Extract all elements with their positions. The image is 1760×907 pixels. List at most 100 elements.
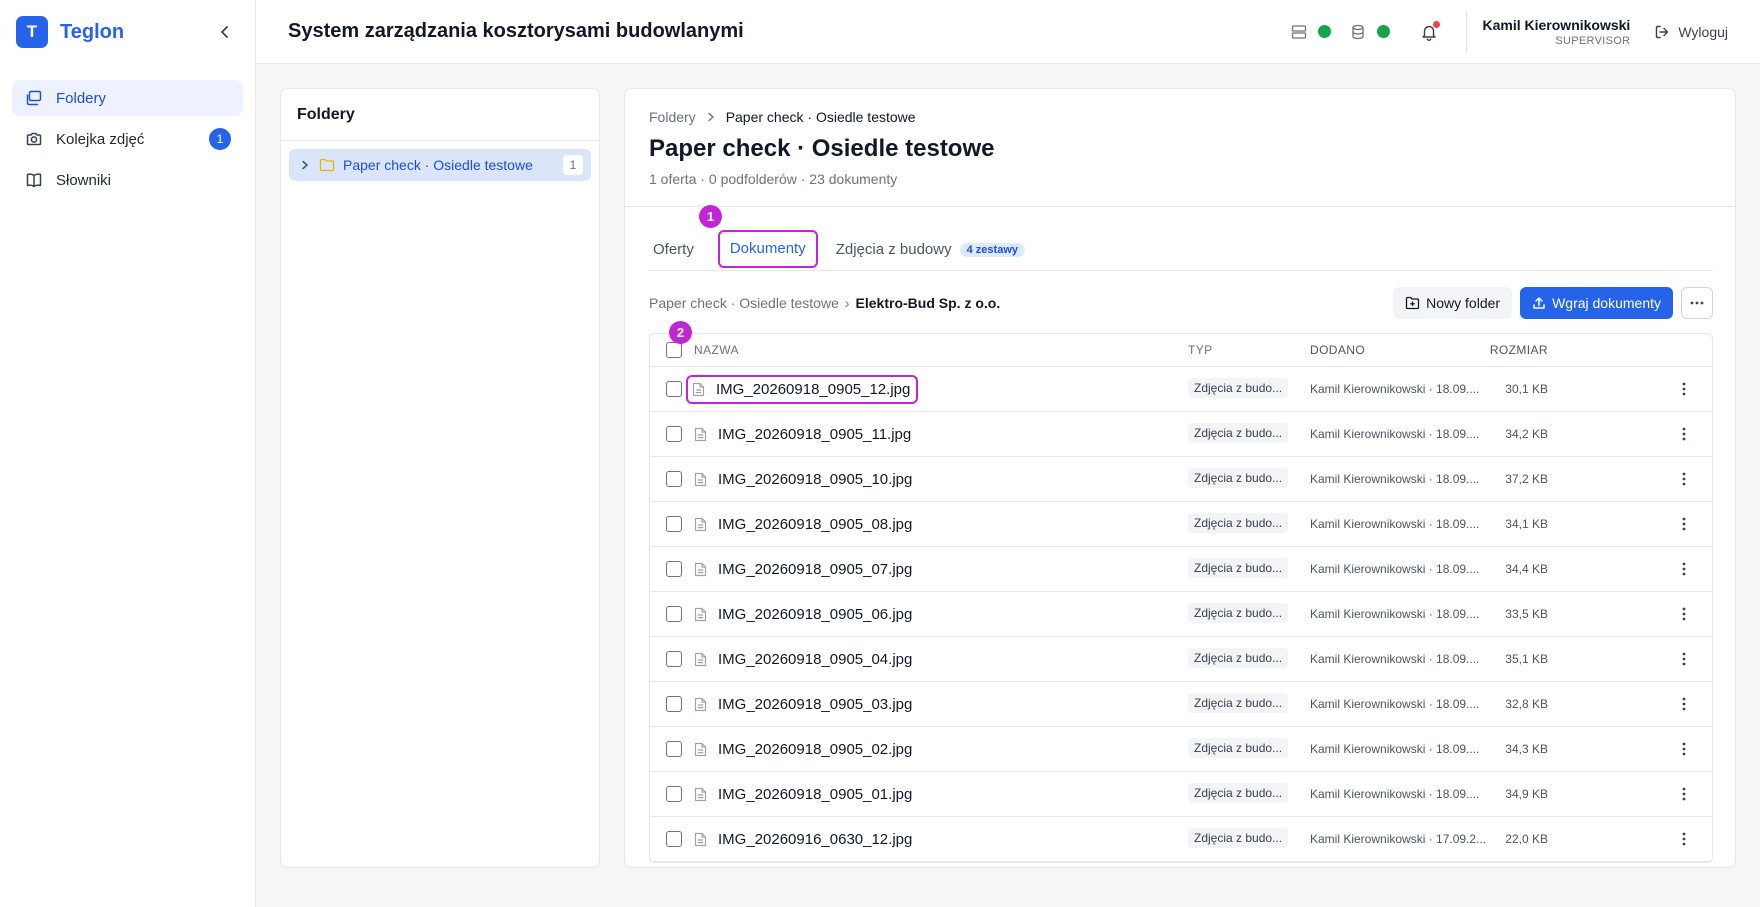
file-name-link[interactable]: IMG_20260918_0905_01.jpg bbox=[718, 786, 912, 803]
file-size: 34,3 KB bbox=[1505, 742, 1548, 756]
table-row[interactable]: IMG_20260918_0905_04.jpg Zdjęcia z budo.… bbox=[650, 637, 1712, 682]
path-root[interactable]: Paper check · Osiedle testowe bbox=[649, 295, 839, 311]
file-name-link[interactable]: IMG_20260918_0905_10.jpg bbox=[718, 471, 912, 488]
file-name-link[interactable]: IMG_20260918_0905_07.jpg bbox=[718, 561, 912, 578]
type-chip: Zdjęcia z budo... bbox=[1188, 647, 1289, 668]
file-name-link[interactable]: IMG_20260918_0905_08.jpg bbox=[718, 516, 912, 533]
breadcrumb-root[interactable]: Foldery bbox=[649, 109, 696, 125]
file-name-link[interactable]: IMG_20260918_0905_06.jpg bbox=[718, 606, 912, 623]
table-row[interactable]: IMG_20260918_0905_10.jpg Zdjęcia z budo.… bbox=[650, 457, 1712, 502]
type-chip: Zdjęcia z budo... bbox=[1188, 422, 1289, 443]
row-actions-button[interactable] bbox=[1656, 427, 1712, 441]
file-name-link[interactable]: IMG_20260918_0905_04.jpg bbox=[718, 651, 912, 668]
new-folder-button[interactable]: Nowy folder bbox=[1393, 287, 1513, 319]
column-header-added[interactable]: DODANO bbox=[1310, 343, 1488, 357]
table-row[interactable]: IMG_20260918_0905_06.jpg Zdjęcia z budo.… bbox=[650, 592, 1712, 637]
chevron-right-icon bbox=[707, 112, 714, 122]
file-name-link[interactable]: IMG_20260918_0905_02.jpg bbox=[718, 741, 912, 758]
row-actions-button[interactable] bbox=[1656, 652, 1712, 666]
row-checkbox[interactable] bbox=[666, 516, 682, 532]
row-checkbox[interactable] bbox=[666, 471, 682, 487]
file-size: 22,0 KB bbox=[1505, 832, 1548, 846]
table-row[interactable]: IMG_20260918_0905_11.jpg Zdjęcia z budo.… bbox=[650, 412, 1712, 457]
row-actions-button[interactable] bbox=[1656, 697, 1712, 711]
row-checkbox[interactable] bbox=[666, 381, 682, 397]
more-vertical-icon bbox=[1682, 607, 1686, 621]
tab-zdjecia-z-budowy[interactable]: Zdjęcia z budowy 4 zestawy bbox=[832, 229, 1035, 271]
column-header-name[interactable]: NAZWA bbox=[694, 343, 1188, 357]
table-row[interactable]: IMG_20260918_0905_03.jpg Zdjęcia z budo.… bbox=[650, 682, 1712, 727]
row-actions-button[interactable] bbox=[1656, 607, 1712, 621]
notifications-button[interactable] bbox=[1418, 20, 1440, 43]
table-row[interactable]: IMG_20260918_0905_12.jpg Zdjęcia z budo.… bbox=[650, 367, 1712, 412]
row-actions-button[interactable] bbox=[1656, 832, 1712, 846]
file-name-link[interactable]: IMG_20260918_0905_03.jpg bbox=[718, 696, 912, 713]
logout-button[interactable]: Wyloguj bbox=[1654, 24, 1728, 40]
table-row[interactable]: IMG_20260918_0905_07.jpg Zdjęcia z budo.… bbox=[650, 547, 1712, 592]
row-actions-button[interactable] bbox=[1656, 382, 1712, 396]
table-row[interactable]: IMG_20260916_0630_12.jpg Zdjęcia z budo.… bbox=[650, 817, 1712, 862]
file-icon bbox=[694, 427, 710, 442]
sidebar-item-slowniki[interactable]: Słowniki bbox=[12, 162, 243, 198]
select-all-checkbox[interactable] bbox=[666, 342, 682, 358]
row-checkbox[interactable] bbox=[666, 606, 682, 622]
file-name-cell: IMG_20260916_0630_12.jpg bbox=[694, 831, 912, 848]
brand-name: Teglon bbox=[60, 20, 125, 43]
row-checkbox[interactable] bbox=[666, 561, 682, 577]
tab-bar: Oferty Dokumenty Zdjęcia z budowy 4 zest… bbox=[649, 229, 1713, 271]
table-header: NAZWA TYP DODANO ROZMIAR bbox=[650, 334, 1712, 367]
row-actions-button[interactable] bbox=[1656, 472, 1712, 486]
table-row[interactable]: IMG_20260918_0905_08.jpg Zdjęcia z budo.… bbox=[650, 502, 1712, 547]
chevron-left-icon bbox=[221, 26, 228, 38]
app-title: System zarządzania kosztorysami budowlan… bbox=[288, 20, 744, 42]
type-chip: Zdjęcia z budo... bbox=[1188, 377, 1289, 398]
row-checkbox[interactable] bbox=[666, 696, 682, 712]
row-checkbox[interactable] bbox=[666, 831, 682, 847]
more-vertical-icon bbox=[1682, 652, 1686, 666]
added-info: Kamil Kierownikowski · 17.09.2... bbox=[1310, 832, 1487, 846]
added-info: Kamil Kierownikowski · 18.09.... bbox=[1310, 472, 1480, 486]
chevron-right-icon[interactable] bbox=[297, 160, 313, 170]
row-actions-button[interactable] bbox=[1656, 562, 1712, 576]
main-panel: Foldery Paper check · Osiedle testowe Pa… bbox=[624, 88, 1736, 868]
file-name-cell: IMG_20260918_0905_04.jpg bbox=[694, 651, 912, 668]
row-checkbox[interactable] bbox=[666, 426, 682, 442]
added-info: Kamil Kierownikowski · 18.09.... bbox=[1310, 787, 1480, 801]
user-role: SUPERVISOR bbox=[1555, 34, 1631, 47]
file-size: 34,2 KB bbox=[1505, 427, 1548, 441]
collapse-sidebar-button[interactable] bbox=[211, 18, 239, 46]
row-actions-button[interactable] bbox=[1656, 787, 1712, 801]
row-actions-button[interactable] bbox=[1656, 742, 1712, 756]
file-size: 30,1 KB bbox=[1505, 382, 1548, 396]
table-row[interactable]: IMG_20260918_0905_01.jpg Zdjęcia z budo.… bbox=[650, 772, 1712, 817]
folder-panel: Foldery Paper check · Osiedle testowe 1 bbox=[280, 88, 600, 868]
tab-dokumenty[interactable]: Dokumenty bbox=[717, 229, 818, 268]
sidebar-item-foldery[interactable]: Foldery bbox=[12, 80, 243, 116]
row-checkbox[interactable] bbox=[666, 741, 682, 757]
table-row[interactable]: IMG_20260918_0905_02.jpg Zdjęcia z budo.… bbox=[650, 727, 1712, 772]
file-name-link[interactable]: IMG_20260918_0905_11.jpg bbox=[718, 426, 911, 443]
file-icon bbox=[694, 832, 710, 847]
row-checkbox[interactable] bbox=[666, 786, 682, 802]
row-checkbox[interactable] bbox=[666, 651, 682, 667]
file-name-link[interactable]: IMG_20260916_0630_12.jpg bbox=[718, 831, 912, 848]
upload-icon bbox=[1533, 297, 1545, 309]
file-name-link[interactable]: IMG_20260918_0905_12.jpg bbox=[716, 381, 910, 398]
added-info: Kamil Kierownikowski · 18.09.... bbox=[1310, 517, 1480, 531]
more-vertical-icon bbox=[1682, 697, 1686, 711]
upload-label: Wgraj dokumenty bbox=[1552, 295, 1661, 311]
system-status bbox=[1290, 23, 1390, 41]
tab-oferty[interactable]: Oferty bbox=[649, 229, 704, 271]
tree-item-paper-check[interactable]: Paper check · Osiedle testowe 1 bbox=[289, 149, 591, 181]
column-header-type[interactable]: TYP bbox=[1188, 343, 1310, 357]
sidebar-item-kolejka-zdjec[interactable]: Kolejka zdjęć 1 bbox=[12, 121, 243, 157]
tree-item-label: Paper check · Osiedle testowe bbox=[343, 157, 533, 173]
type-chip: Zdjęcia z budo... bbox=[1188, 557, 1289, 578]
upload-documents-button[interactable]: Wgraj dokumenty bbox=[1520, 287, 1673, 319]
more-actions-button[interactable] bbox=[1681, 287, 1713, 319]
file-icon bbox=[694, 562, 710, 577]
folders-icon bbox=[24, 88, 44, 108]
sidebar-item-label: Kolejka zdjęć bbox=[56, 130, 145, 148]
row-actions-button[interactable] bbox=[1656, 517, 1712, 531]
column-header-size[interactable]: ROZMIAR bbox=[1488, 343, 1548, 357]
